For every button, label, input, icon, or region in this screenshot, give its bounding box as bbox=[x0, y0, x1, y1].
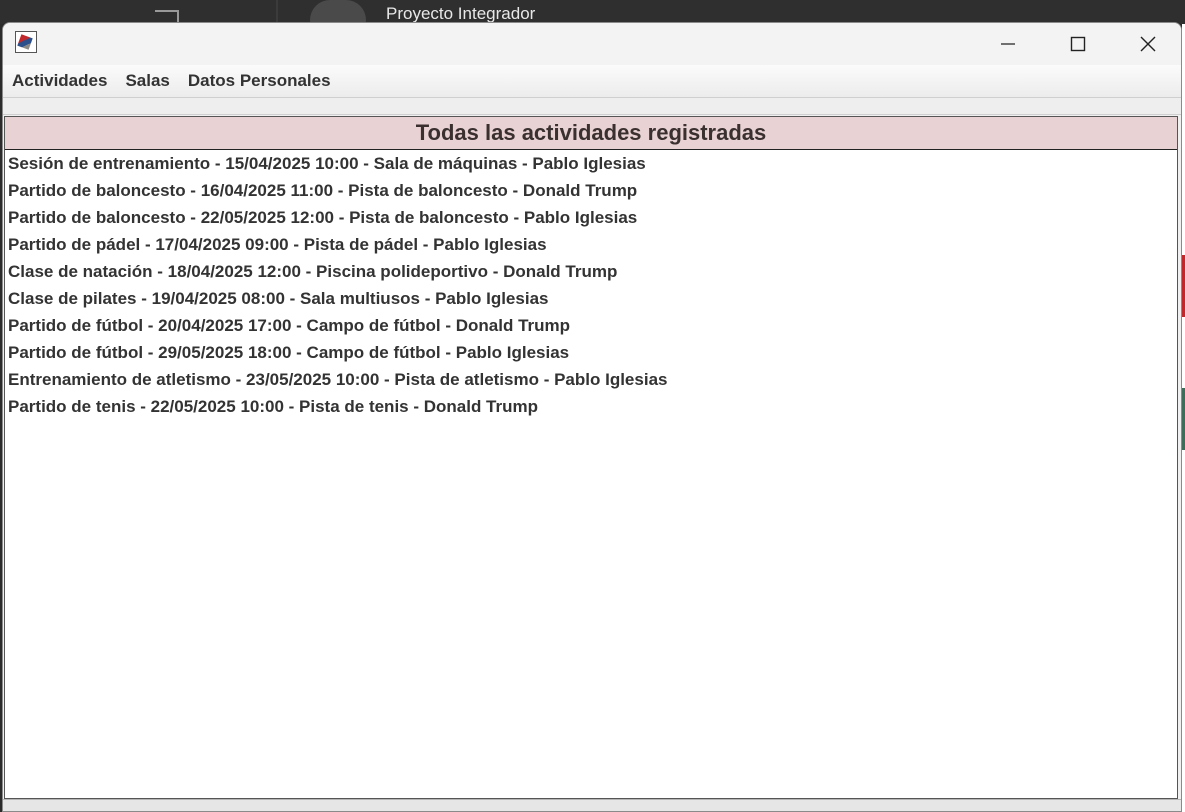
maximize-icon bbox=[1070, 36, 1086, 52]
menu-bar: Actividades Salas Datos Personales bbox=[3, 65, 1181, 97]
list-item[interactable]: Partido de fútbol - 29/05/2025 18:00 - C… bbox=[8, 339, 1174, 366]
list-item[interactable]: Partido de fútbol - 20/04/2025 17:00 - C… bbox=[8, 312, 1174, 339]
list-item[interactable]: Clase de natación - 18/04/2025 12:00 - P… bbox=[8, 258, 1174, 285]
menu-datos-personales[interactable]: Datos Personales bbox=[179, 71, 340, 91]
title-bar[interactable] bbox=[3, 23, 1181, 65]
menu-salas[interactable]: Salas bbox=[116, 71, 178, 91]
background-divider bbox=[276, 0, 278, 24]
list-item[interactable]: Clase de pilates - 19/04/2025 08:00 - Sa… bbox=[8, 285, 1174, 312]
list-item[interactable]: Partido de pádel - 17/04/2025 09:00 - Pi… bbox=[8, 231, 1174, 258]
maximize-button[interactable] bbox=[1043, 23, 1113, 65]
list-item[interactable]: Sesión de entrenamiento - 15/04/2025 10:… bbox=[8, 150, 1174, 177]
minimize-button[interactable] bbox=[973, 23, 1043, 65]
list-item[interactable]: Entrenamiento de atletismo - 23/05/2025 … bbox=[8, 366, 1174, 393]
close-button[interactable] bbox=[1113, 23, 1181, 65]
panel-title: Todas las actividades registradas bbox=[5, 117, 1177, 150]
activities-list[interactable]: Sesión de entrenamiento - 15/04/2025 10:… bbox=[5, 150, 1177, 420]
menu-actividades[interactable]: Actividades bbox=[3, 71, 116, 91]
status-bar bbox=[3, 799, 1181, 811]
list-item[interactable]: Partido de tenis - 22/05/2025 10:00 - Pi… bbox=[8, 393, 1174, 420]
activities-panel: Todas las actividades registradas Sesión… bbox=[4, 116, 1178, 799]
minimize-icon bbox=[1001, 43, 1015, 45]
list-item[interactable]: Partido de baloncesto - 22/05/2025 12:00… bbox=[8, 204, 1174, 231]
java-app-icon[interactable] bbox=[15, 31, 37, 53]
close-icon bbox=[1140, 36, 1156, 52]
background-window-title: Proyecto Integrador bbox=[386, 4, 536, 23]
toolbar-separator bbox=[3, 97, 1181, 115]
list-item[interactable]: Partido de baloncesto - 16/04/2025 11:00… bbox=[8, 177, 1174, 204]
app-window: Actividades Salas Datos Personales Todas… bbox=[2, 22, 1182, 812]
